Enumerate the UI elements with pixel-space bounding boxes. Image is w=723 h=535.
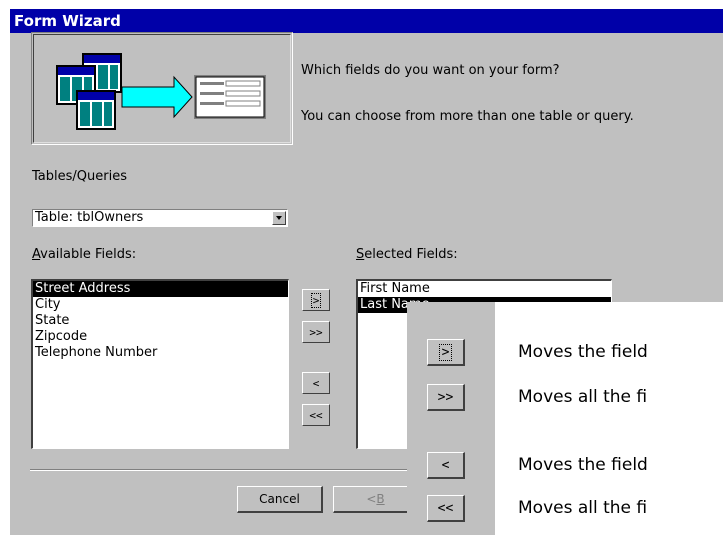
title-bar: Form Wizard xyxy=(10,9,723,33)
list-item[interactable]: City xyxy=(33,297,288,313)
legend-one-left-text: Moves the field xyxy=(518,455,648,475)
move-one-right-button[interactable]: > xyxy=(302,289,330,311)
available-fields-list[interactable]: Street Address City State Zipcode Teleph… xyxy=(31,279,289,449)
legend-move-all-right-button: >> xyxy=(427,384,465,411)
move-all-left-button[interactable]: << xyxy=(302,404,330,426)
window-title: Form Wizard xyxy=(14,12,121,30)
list-item[interactable]: Street Address xyxy=(33,281,288,297)
cancel-button[interactable]: Cancel xyxy=(237,486,323,513)
prompt-hint: You can choose from more than one table … xyxy=(301,109,634,124)
available-fields-label: Available Fields: xyxy=(32,247,137,262)
move-all-right-button[interactable]: >> xyxy=(302,321,330,343)
move-one-left-button[interactable]: < xyxy=(302,372,330,394)
prompt-question: Which fields do you want on your form? xyxy=(301,63,560,78)
chevron-down-icon[interactable] xyxy=(272,211,286,225)
legend-all-left-text: Moves all the fi xyxy=(518,498,648,518)
list-item[interactable]: State xyxy=(33,313,288,329)
selected-fields-label: Selected Fields: xyxy=(356,247,458,262)
legend-move-all-left-button: << xyxy=(427,495,465,522)
list-item[interactable]: Zipcode xyxy=(33,329,288,345)
legend-all-right-text: Moves all the fi xyxy=(518,387,648,407)
tables-queries-label: Tables/Queries xyxy=(32,169,127,184)
list-item[interactable]: First Name xyxy=(358,281,611,297)
legend-one-right-text: Moves the field xyxy=(518,342,648,362)
legend-move-one-right-button: > xyxy=(427,339,465,366)
wizard-illustration xyxy=(31,32,293,145)
tables-queries-value: Table: tblOwners xyxy=(35,210,144,225)
tables-to-form-icon xyxy=(56,53,266,130)
button-legend-callout: > >> < << Moves the field Moves all the … xyxy=(407,302,723,535)
legend-move-one-left-button: < xyxy=(427,452,465,479)
tables-queries-combo[interactable]: Table: tblOwners xyxy=(32,209,288,227)
list-item[interactable]: Telephone Number xyxy=(33,345,288,361)
